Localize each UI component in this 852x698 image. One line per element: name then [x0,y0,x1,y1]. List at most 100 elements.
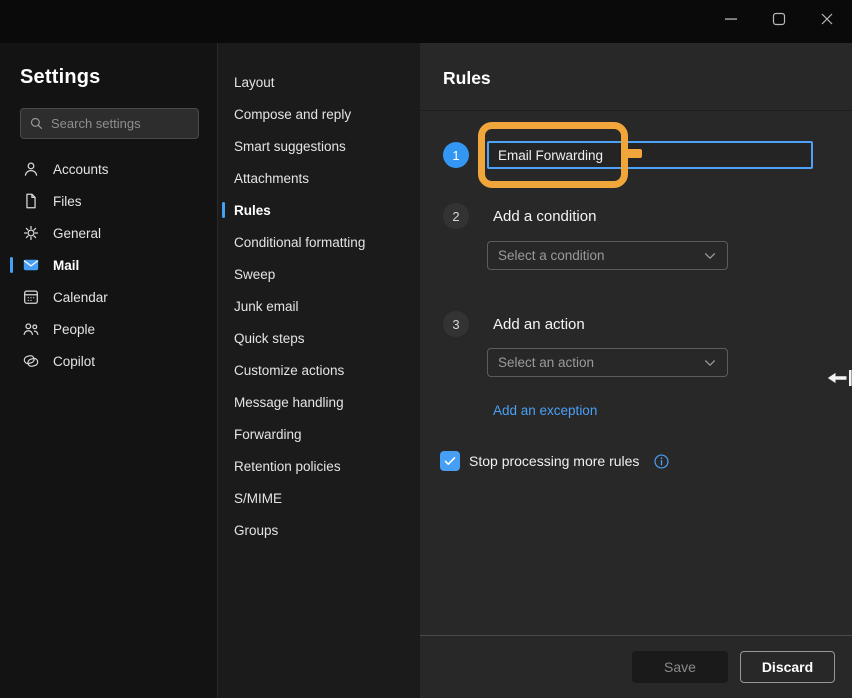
category-label: Layout [234,75,275,90]
stop-processing-checkbox[interactable] [440,451,460,471]
sidebar-item-accounts[interactable]: Accounts [0,153,218,185]
category-junk-email[interactable]: Junk email [219,290,420,322]
category-customize-actions[interactable]: Customize actions [219,354,420,386]
category-label: Retention policies [234,459,341,474]
header-divider [420,110,852,111]
category-label: Forwarding [234,427,302,442]
sidebar-item-copilot[interactable]: Copilot [0,345,218,377]
sidebar-item-mail[interactable]: Mail [0,249,218,281]
search-input[interactable] [51,116,181,131]
selection-indicator [222,74,225,90]
settings-sidebar: Settings Accounts [0,43,218,698]
mail-icon [22,256,40,274]
category-sweep[interactable]: Sweep [219,258,420,290]
selection-indicator [10,257,13,273]
person-icon [22,160,40,178]
rules-panel: Rules 1 2 Add a condition Select a condi… [420,43,852,698]
selection-indicator [10,321,13,337]
sidebar-item-label: Files [53,194,82,209]
category-label: Sweep [234,267,275,282]
add-exception-link[interactable]: Add an exception [493,403,597,418]
selection-indicator [222,362,225,378]
search-icon [29,116,44,131]
category-message-handling[interactable]: Message handling [219,386,420,418]
step-number: 3 [452,317,459,332]
info-icon[interactable] [653,453,670,470]
action-dropdown[interactable]: Select an action [487,348,728,377]
sidebar-item-files[interactable]: Files [0,185,218,217]
category-label: Message handling [234,395,344,410]
chevron-down-icon [703,356,717,370]
step-number: 1 [452,148,459,163]
step-1-badge: 1 [443,142,469,168]
action-label: Add an action [493,316,585,333]
category-attachments[interactable]: Attachments [219,162,420,194]
condition-label: Add a condition [493,208,596,225]
category-label: Attachments [234,171,309,186]
chevron-down-icon [703,249,717,263]
selection-indicator [222,490,225,506]
sidebar-item-label: General [53,226,101,241]
condition-dropdown[interactable]: Select a condition [487,241,728,270]
maximize-icon [772,12,786,31]
rule-name-input[interactable] [487,141,813,169]
gear-icon [22,224,40,242]
category-compose-and-reply[interactable]: Compose and reply [219,98,420,130]
selection-indicator [222,138,225,154]
checkmark-icon [443,454,457,468]
discard-button[interactable]: Discard [740,651,835,683]
sidebar-item-people[interactable]: People [0,313,218,345]
category-smart-suggestions[interactable]: Smart suggestions [219,130,420,162]
sidebar-nav: Accounts Files Gene [0,153,218,377]
footer-divider [420,635,852,636]
selection-indicator [10,353,13,369]
category-retention-policies[interactable]: Retention policies [219,450,420,482]
category-label: Quick steps [234,331,305,346]
category-label: Rules [234,203,271,218]
category-layout[interactable]: Layout [219,66,420,98]
copilot-icon [22,352,40,370]
sidebar-item-label: Copilot [53,354,95,369]
category-smime[interactable]: S/MIME [219,482,420,514]
selection-indicator [10,289,13,305]
selection-indicator [222,106,225,122]
save-button[interactable]: Save [632,651,728,683]
category-label: Conditional formatting [234,235,365,250]
selection-indicator [222,522,225,538]
close-button[interactable] [803,0,851,43]
people-icon [22,320,40,338]
selection-indicator [222,426,225,442]
settings-window: Settings Accounts [0,0,852,698]
search-box[interactable] [20,108,199,139]
sidebar-item-label: Mail [53,258,79,273]
stop-processing-row: Stop processing more rules [440,451,670,471]
step-number: 2 [452,209,459,224]
category-conditional-formatting[interactable]: Conditional formatting [219,226,420,258]
category-label: Smart suggestions [234,139,346,154]
category-label: Junk email [234,299,299,314]
minimize-icon [724,12,738,31]
step-3-badge: 3 [443,311,469,337]
checkbox-label: Stop processing more rules [469,453,639,469]
sidebar-item-calendar[interactable]: Calendar [0,281,218,313]
maximize-button[interactable] [755,0,803,43]
calendar-icon [22,288,40,306]
selection-indicator [222,202,225,218]
category-label: S/MIME [234,491,282,506]
selection-indicator [10,225,13,241]
dropdown-placeholder: Select an action [498,355,594,370]
sidebar-item-label: People [53,322,95,337]
selection-indicator [222,394,225,410]
panel-title: Rules [443,68,491,89]
category-label: Groups [234,523,278,538]
category-quick-steps[interactable]: Quick steps [219,322,420,354]
dropdown-placeholder: Select a condition [498,248,605,263]
minimize-button[interactable] [707,0,755,43]
sidebar-item-general[interactable]: General [0,217,218,249]
category-groups[interactable]: Groups [219,514,420,546]
category-forwarding[interactable]: Forwarding [219,418,420,450]
category-rules[interactable]: Rules [219,194,420,226]
category-label: Customize actions [234,363,344,378]
selection-indicator [222,298,225,314]
selection-indicator [222,458,225,474]
